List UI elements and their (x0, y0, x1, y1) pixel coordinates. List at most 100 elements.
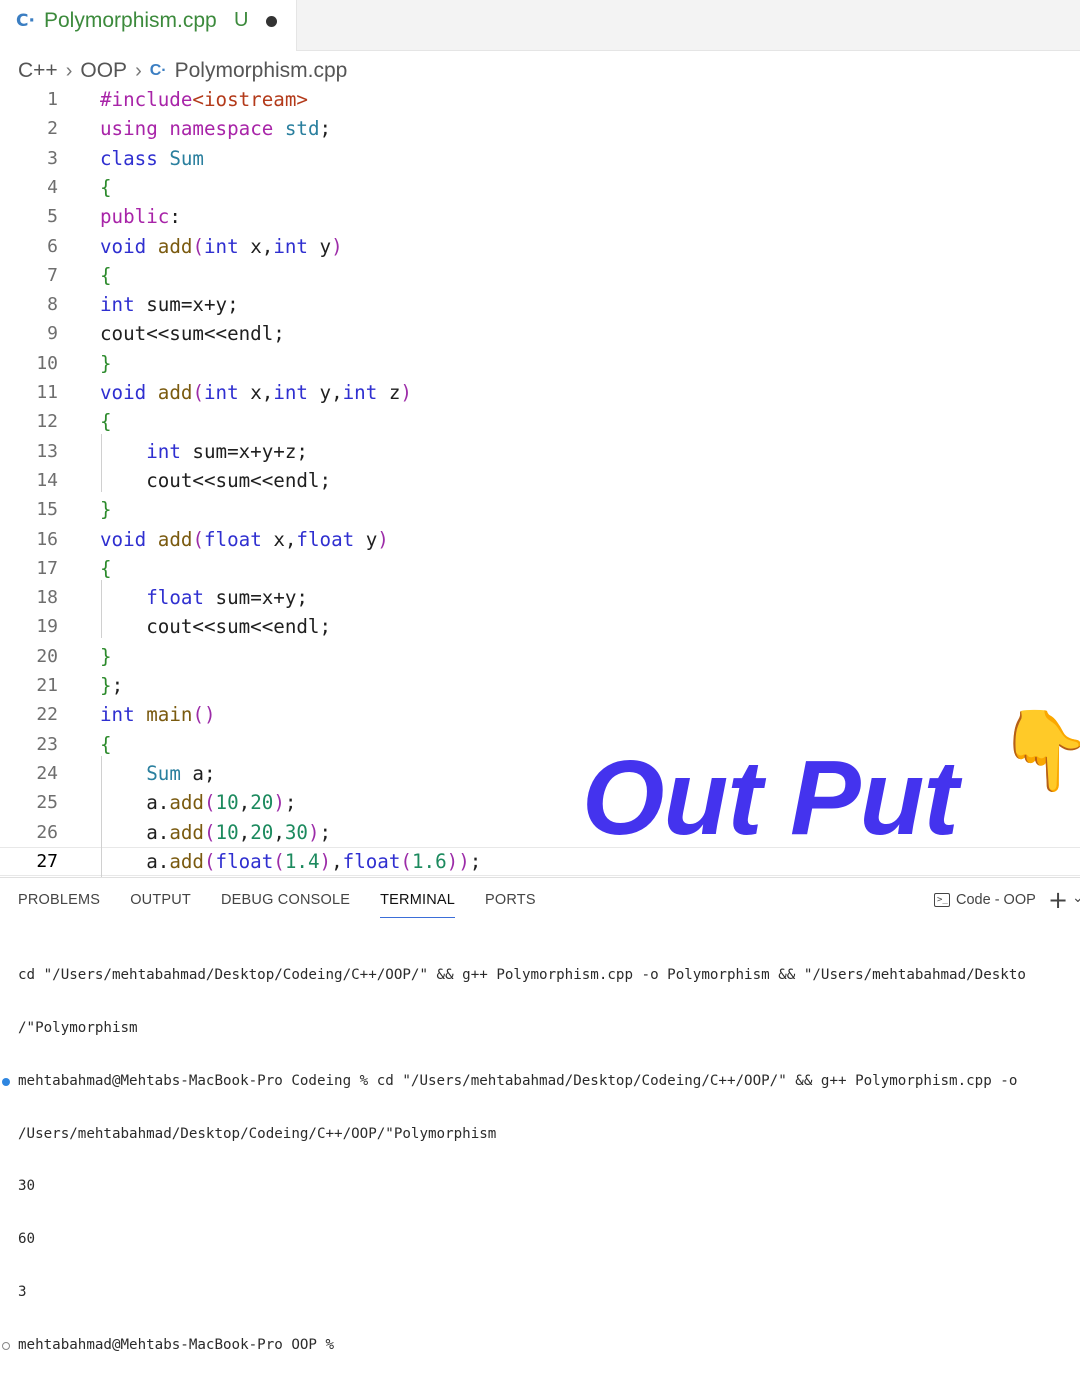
line-number: 3 (47, 147, 58, 169)
breadcrumb-item-file[interactable]: Polymorphism.cpp (175, 59, 348, 83)
tab-filename: Polymorphism.cpp (44, 9, 217, 32)
breadcrumb-item-cpp[interactable]: C++ (18, 59, 58, 83)
code-text: { (100, 732, 112, 756)
line-number: 22 (36, 704, 58, 726)
command-pending-circle-icon[interactable] (2, 1341, 10, 1350)
code-line[interactable]: 16 void add(float x,float y) (0, 525, 1080, 554)
code-line[interactable]: 3 class Sum (0, 144, 1080, 173)
tab-problems[interactable]: PROBLEMS (18, 892, 100, 918)
code-text: { (100, 175, 112, 199)
command-success-dot-icon[interactable] (2, 1077, 10, 1086)
code-text: a.add(float(1.4),float(1.6)); (100, 849, 482, 873)
line-number: 5 (47, 206, 58, 228)
line-number: 24 (36, 762, 58, 784)
panel-tabs: PROBLEMS OUTPUT DEBUG CONSOLE TERMINAL P… (18, 892, 566, 918)
code-line[interactable]: 10} (0, 349, 1080, 378)
code-text: void add(int x,int y) (100, 234, 343, 258)
code-line[interactable]: 5 public: (0, 202, 1080, 231)
code-line[interactable]: 2 using namespace std; (0, 114, 1080, 143)
code-text: int sum=x+y+z; (146, 439, 308, 463)
code-line[interactable]: 8 int sum=x+y; (0, 290, 1080, 319)
code-text: Sum a; (146, 761, 216, 785)
code-line[interactable]: 4{ (0, 173, 1080, 202)
terminal-line-text: mehtabahmad@Mehtabs-MacBook-Pro Codeing … (18, 1072, 1018, 1089)
line-number: 8 (47, 294, 58, 316)
terminal-line: mehtabahmad@Mehtabs-MacBook-Pro Codeing … (2, 1072, 1026, 1091)
code-text: int main() (100, 703, 216, 727)
code-text: public: (100, 205, 181, 229)
line-number: 21 (36, 675, 58, 696)
line-number: 14 (36, 469, 58, 491)
line-number: 4 (47, 176, 58, 198)
line-number: 6 (47, 235, 58, 257)
code-line[interactable]: 7{ (0, 261, 1080, 290)
breadcrumb-item-oop[interactable]: OOP (80, 59, 127, 83)
code-line[interactable]: 15} (0, 495, 1080, 524)
unsaved-dot-icon[interactable] (266, 16, 277, 27)
code-text: float sum=x+y; (146, 586, 308, 610)
code-text: } (100, 644, 112, 668)
code-text: cout<<sum<<endl; (100, 615, 332, 639)
chevron-down-icon[interactable]: ⌄ (1072, 890, 1080, 906)
code-text: void add(float x,float y) (100, 527, 389, 551)
code-text: void add(int x,int y,int z) (100, 381, 412, 404)
code-line[interactable]: 6 void add(int x,int y) (0, 232, 1080, 261)
line-number: 10 (36, 352, 58, 374)
code-line[interactable]: 21}; (0, 671, 1080, 700)
tab-terminal[interactable]: TERMINAL (380, 892, 456, 918)
code-line[interactable]: 18 float sum=x+y; (0, 583, 1080, 612)
code-text: } (100, 351, 112, 375)
line-number: 19 (36, 616, 58, 638)
code-text: using namespace std; (100, 117, 332, 141)
line-number: 11 (36, 382, 58, 403)
code-text: int sum=x+y; (100, 293, 239, 317)
code-text: class Sum (100, 146, 204, 170)
terminal-line: /Users/mehtabahmad/Desktop/Codeing/C++/O… (18, 1125, 497, 1142)
terminal-line: 60 (18, 1231, 36, 1248)
new-terminal-plus-icon[interactable]: + (1048, 886, 1068, 914)
output-overlay-title: Out Put (582, 739, 959, 857)
terminal-selector[interactable]: >_ Code - OOP (934, 892, 1036, 908)
code-line[interactable]: 13 int sum=x+y+z; (0, 437, 1080, 466)
code-line[interactable]: 1 #include<iostream> (0, 85, 1080, 114)
code-line[interactable]: 9 cout<<sum<<endl; (0, 319, 1080, 348)
code-text: { (100, 263, 112, 287)
tab-ports[interactable]: PORTS (485, 892, 536, 918)
editor-tab-polymorphism[interactable]: C· Polymorphism.cpp U (0, 0, 297, 51)
line-number: 18 (36, 587, 58, 609)
terminal-line: cd "/Users/mehtabahmad/Desktop/Codeing/C… (18, 967, 1026, 984)
code-line[interactable]: 19 cout<<sum<<endl; (0, 612, 1080, 641)
line-number: 12 (36, 411, 58, 433)
line-number: 23 (36, 733, 58, 755)
terminal-name: Code - OOP (956, 892, 1036, 908)
terminal-output[interactable]: cd "/Users/mehtabahmad/Desktop/Codeing/C… (2, 932, 1026, 1389)
code-line[interactable]: 20} (0, 642, 1080, 671)
line-number: 16 (36, 528, 58, 550)
code-line[interactable]: 17 { (0, 554, 1080, 583)
cpp-file-icon: C· (16, 11, 35, 31)
tab-git-status: U (234, 9, 249, 31)
editor-tab-bar: C· Polymorphism.cpp U (0, 0, 1080, 51)
line-number: 26 (36, 821, 58, 843)
tab-debug-console[interactable]: DEBUG CONSOLE (221, 892, 350, 918)
line-number: 17 (36, 557, 58, 579)
code-text: a.add(10,20,30); (100, 820, 332, 844)
line-number: 13 (36, 440, 58, 462)
line-number: 25 (36, 792, 58, 814)
code-line[interactable]: 11 void add(int x,int y,int z) (0, 378, 1080, 407)
bottom-panel: PROBLEMS OUTPUT DEBUG CONSOLE TERMINAL P… (0, 877, 1080, 1353)
code-text: cout<<sum<<endl; (100, 468, 332, 492)
code-text: { (100, 556, 112, 580)
code-line[interactable]: 12 { (0, 407, 1080, 436)
cpp-file-icon: C· (149, 62, 167, 79)
tab-output[interactable]: OUTPUT (130, 892, 191, 918)
code-text: #include<iostream> (100, 88, 308, 111)
code-line[interactable]: 14 cout<<sum<<endl; (0, 466, 1080, 495)
line-number: 7 (47, 264, 58, 286)
code-text: } (100, 498, 112, 522)
line-number: 2 (47, 118, 58, 140)
code-text: }; (100, 674, 124, 697)
code-line[interactable]: 22 int main() (0, 700, 1080, 729)
terminal-icon: >_ (934, 893, 950, 907)
terminal-line: mehtabahmad@Mehtabs-MacBook-Pro OOP % (2, 1337, 1026, 1355)
